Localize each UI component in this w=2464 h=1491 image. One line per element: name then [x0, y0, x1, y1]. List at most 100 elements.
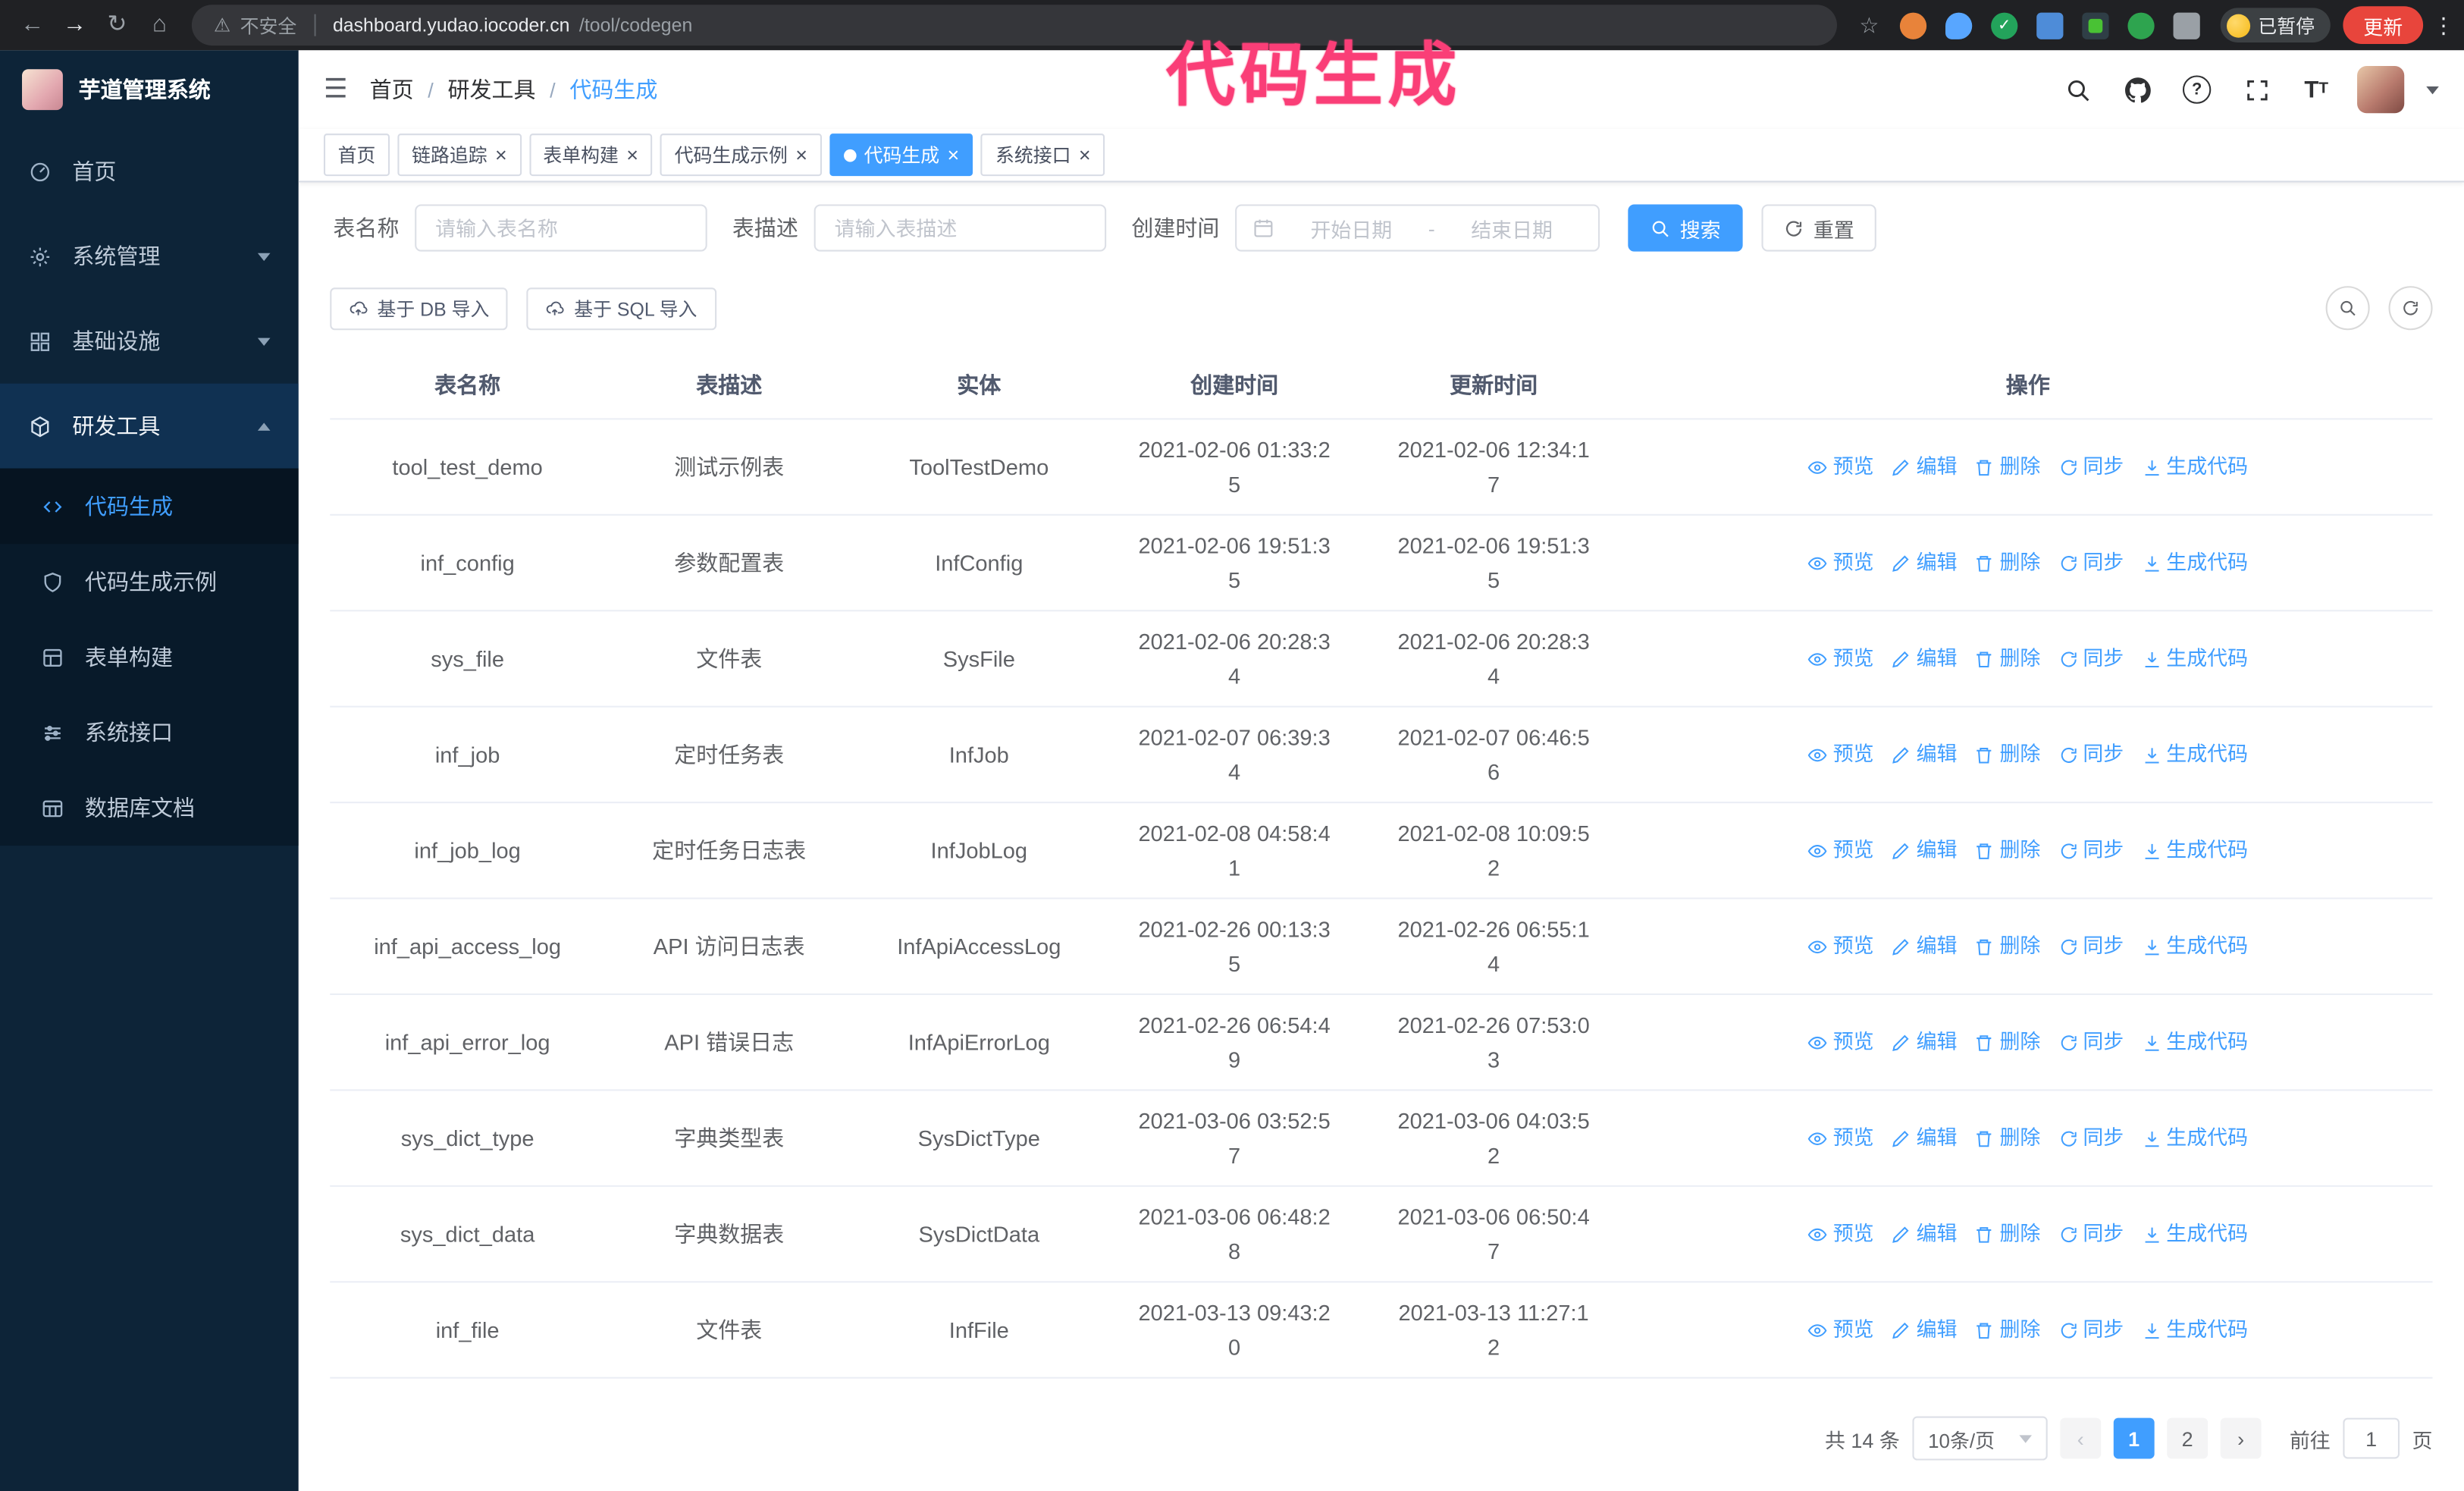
delete-action-link[interactable]: 删除	[1974, 833, 2040, 868]
forward-icon[interactable]: →	[55, 0, 95, 50]
preview-action-link[interactable]: 预览	[1808, 1216, 1874, 1251]
tab-close-icon[interactable]	[1079, 144, 1091, 166]
tab-close-icon[interactable]	[948, 144, 960, 166]
tab-trace[interactable]: 链路追踪	[397, 133, 522, 177]
tab-codegen-example[interactable]: 代码生成示例	[660, 133, 822, 177]
sync-action-link[interactable]: 同步	[2058, 737, 2124, 772]
edit-action-link[interactable]: 编辑	[1891, 642, 1958, 676]
browser-home-icon[interactable]: ⌂	[140, 0, 179, 50]
extension-icon-5[interactable]	[2082, 11, 2109, 39]
breadcrumb-home[interactable]: 首页	[370, 74, 414, 105]
preview-action-link[interactable]: 预览	[1808, 929, 1874, 964]
sidebar-item-infra[interactable]: 基础设施	[0, 299, 299, 384]
generate-code-action-link[interactable]: 生成代码	[2141, 1216, 2248, 1251]
tab-codegen[interactable]: 代码生成	[829, 133, 973, 177]
extension-icon-6[interactable]	[2127, 11, 2155, 39]
sync-action-link[interactable]: 同步	[2058, 1313, 2124, 1348]
page-size-select[interactable]: 10条/页	[1912, 1416, 2048, 1461]
sidebar-item-system[interactable]: 系统管理	[0, 214, 299, 299]
edit-action-link[interactable]: 编辑	[1891, 545, 1958, 580]
tab-close-icon[interactable]	[795, 144, 807, 166]
edit-action-link[interactable]: 编辑	[1891, 450, 1958, 485]
generate-code-action-link[interactable]: 生成代码	[2141, 737, 2248, 772]
extensions-puzzle-icon[interactable]	[2173, 11, 2200, 39]
edit-action-link[interactable]: 编辑	[1891, 1025, 1958, 1059]
preview-action-link[interactable]: 预览	[1808, 737, 1874, 772]
generate-code-action-link[interactable]: 生成代码	[2141, 833, 2248, 868]
delete-action-link[interactable]: 删除	[1974, 1313, 2040, 1348]
app-logo[interactable]: 芋道管理系统	[0, 50, 299, 129]
reset-button[interactable]: 重置	[1761, 204, 1876, 252]
sync-action-link[interactable]: 同步	[2058, 1216, 2124, 1251]
generate-code-action-link[interactable]: 生成代码	[2141, 545, 2248, 580]
sync-action-link[interactable]: 同步	[2058, 450, 2124, 485]
github-icon[interactable]	[2118, 77, 2156, 103]
generate-code-action-link[interactable]: 生成代码	[2141, 929, 2248, 964]
delete-action-link[interactable]: 删除	[1974, 1025, 2040, 1059]
prev-page-button[interactable]: ‹	[2060, 1417, 2102, 1459]
sync-action-link[interactable]: 同步	[2058, 929, 2124, 964]
sync-action-link[interactable]: 同步	[2058, 642, 2124, 676]
preview-action-link[interactable]: 预览	[1808, 833, 1874, 868]
font-size-icon[interactable]: TT	[2297, 78, 2335, 102]
sync-action-link[interactable]: 同步	[2058, 1121, 2124, 1156]
page-jump-input[interactable]	[2343, 1417, 2400, 1459]
edit-action-link[interactable]: 编辑	[1891, 737, 1958, 772]
delete-action-link[interactable]: 删除	[1974, 545, 2040, 580]
create-time-range-picker[interactable]: 开始日期 - 结束日期	[1235, 204, 1600, 252]
search-button[interactable]: 搜索	[1628, 204, 1743, 252]
browser-menu-icon[interactable]: ⋮	[2433, 12, 2455, 39]
sidebar-item-codegen[interactable]: 代码生成	[0, 468, 299, 545]
extension-icon-3[interactable]	[1991, 11, 2018, 39]
delete-action-link[interactable]: 删除	[1974, 1216, 2040, 1251]
edit-action-link[interactable]: 编辑	[1891, 929, 1958, 964]
preview-action-link[interactable]: 预览	[1808, 642, 1874, 676]
tab-home[interactable]: 首页	[323, 133, 390, 177]
address-bar[interactable]: ⚠ 不安全 dashboard.yudao.iocoder.cn/tool/co…	[191, 5, 1837, 46]
tab-form-builder[interactable]: 表单构建	[528, 133, 653, 177]
preview-action-link[interactable]: 预览	[1808, 1025, 1874, 1059]
search-icon[interactable]	[2058, 77, 2096, 103]
sidebar-item-devtools[interactable]: 研发工具	[0, 383, 299, 469]
extension-icon-4[interactable]	[2036, 11, 2064, 39]
import-db-button[interactable]: 基于 DB 导入	[330, 287, 509, 330]
generate-code-action-link[interactable]: 生成代码	[2141, 642, 2248, 676]
bookmark-star-icon[interactable]: ☆	[1850, 0, 1889, 50]
preview-action-link[interactable]: 预览	[1808, 450, 1874, 485]
sidebar-item-form-builder[interactable]: 表单构建	[0, 620, 299, 695]
generate-code-action-link[interactable]: 生成代码	[2141, 1121, 2248, 1156]
edit-action-link[interactable]: 编辑	[1891, 1313, 1958, 1348]
reload-icon[interactable]: ↻	[98, 0, 137, 50]
import-sql-button[interactable]: 基于 SQL 导入	[527, 287, 716, 330]
sidebar-item-db-doc[interactable]: 数据库文档	[0, 771, 299, 846]
generate-code-action-link[interactable]: 生成代码	[2141, 450, 2248, 485]
fullscreen-icon[interactable]	[2238, 77, 2276, 103]
sidebar-item-codegen-example[interactable]: 代码生成示例	[0, 544, 299, 619]
paused-badge[interactable]: 已暂停	[2220, 8, 2331, 42]
help-icon[interactable]: ?	[2178, 75, 2216, 104]
sync-action-link[interactable]: 同步	[2058, 1025, 2124, 1059]
delete-action-link[interactable]: 删除	[1974, 1121, 2040, 1156]
sync-action-link[interactable]: 同步	[2058, 833, 2124, 868]
sync-action-link[interactable]: 同步	[2058, 545, 2124, 580]
table-name-input[interactable]	[415, 204, 707, 252]
breadcrumb-devtools[interactable]: 研发工具	[447, 74, 535, 105]
edit-action-link[interactable]: 编辑	[1891, 1216, 1958, 1251]
next-page-button[interactable]: ›	[2220, 1417, 2262, 1459]
browser-update-button[interactable]: 更新	[2343, 6, 2424, 45]
generate-code-action-link[interactable]: 生成代码	[2141, 1313, 2248, 1348]
refresh-table-button[interactable]	[2388, 286, 2433, 331]
back-icon[interactable]: ←	[13, 0, 52, 50]
avatar[interactable]	[2357, 66, 2405, 114]
delete-action-link[interactable]: 删除	[1974, 642, 2040, 676]
delete-action-link[interactable]: 删除	[1974, 737, 2040, 772]
sidebar-item-home[interactable]: 首页	[0, 129, 299, 214]
delete-action-link[interactable]: 删除	[1974, 450, 2040, 485]
edit-action-link[interactable]: 编辑	[1891, 833, 1958, 868]
preview-action-link[interactable]: 预览	[1808, 545, 1874, 580]
sidebar-item-system-api[interactable]: 系统接口	[0, 695, 299, 770]
delete-action-link[interactable]: 删除	[1974, 929, 2040, 964]
extension-icon-2[interactable]	[1945, 11, 1973, 39]
edit-action-link[interactable]: 编辑	[1891, 1121, 1958, 1156]
extension-icon-1[interactable]	[1899, 11, 1927, 39]
